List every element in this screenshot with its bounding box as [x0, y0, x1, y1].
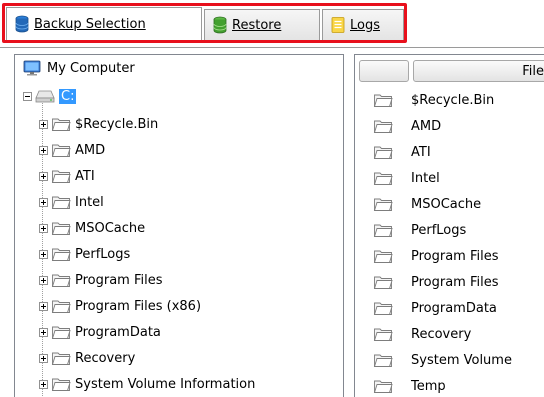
tree-folder-label: Program Files [75, 272, 163, 288]
folder-icon [51, 274, 71, 287]
tree-folder-label: AMD [75, 142, 106, 158]
file-list-item[interactable]: ATI [373, 141, 431, 163]
database-icon [15, 15, 29, 33]
file-list-pane[interactable]: File $Recycle.Bin AMD ATI Intel MSOCache Perf… [354, 54, 544, 397]
file-list-item[interactable]: $Recycle.Bin [373, 89, 494, 111]
tree-folder-item[interactable]: Program Files [39, 269, 163, 291]
expand-toggle-icon[interactable] [39, 119, 48, 129]
tree-folder-label: MSOCache [75, 220, 146, 236]
tree-item-my-computer[interactable]: My Computer [23, 57, 135, 79]
expand-toggle-icon[interactable] [39, 353, 48, 363]
expand-toggle-icon[interactable] [39, 249, 48, 259]
tree-label-drive-c: C: [59, 88, 77, 104]
expand-toggle-icon[interactable] [39, 145, 48, 155]
folder-icon [373, 146, 393, 159]
file-list-item[interactable]: ProgramData [373, 297, 497, 319]
file-name-label: $Recycle.Bin [411, 92, 495, 108]
tree-folder-label: Recovery [75, 350, 136, 366]
folder-icon [373, 328, 393, 341]
file-name-label: Program Files [411, 248, 499, 264]
folder-icon [51, 144, 71, 157]
expand-toggle-icon[interactable] [39, 223, 48, 233]
file-name-label: AMD [411, 118, 442, 134]
tree-folder-label: ProgramData [75, 324, 161, 340]
file-name-label: Temp [411, 378, 446, 394]
expand-toggle-icon[interactable] [39, 301, 48, 311]
file-list-item[interactable]: PerfLogs [373, 219, 466, 241]
tree-label-my-computer: My Computer [47, 60, 135, 76]
folder-tree-pane[interactable]: My Computer C: $Recycle.Bin AMD ATI Intel MS… [14, 54, 344, 397]
folder-icon [51, 378, 71, 391]
tree-folder-item[interactable]: Recovery [39, 347, 135, 369]
folder-icon [373, 224, 393, 237]
computer-icon [23, 60, 41, 76]
file-list-item[interactable]: Program Files [373, 245, 499, 267]
expand-toggle-icon[interactable] [39, 197, 48, 207]
tree-folder-item[interactable]: Program Files (x86) [39, 295, 201, 317]
folder-icon [373, 354, 393, 367]
file-list-item[interactable]: AMD [373, 115, 441, 137]
file-column-header-label: File [522, 64, 544, 79]
folder-icon [373, 380, 393, 393]
tree-folder-label: $Recycle.Bin [75, 116, 159, 132]
tree-folder-label: Intel [75, 194, 104, 210]
file-name-label: MSOCache [411, 196, 482, 212]
folder-icon [51, 196, 71, 209]
tree-folder-item[interactable]: ProgramData [39, 321, 161, 343]
tree-folder-item[interactable]: $Recycle.Bin [39, 113, 158, 135]
tab-baseline [0, 47, 544, 48]
tab-strip: Backup Selection Restore Logs [0, 0, 544, 48]
tree-folder-item[interactable]: ATI [39, 165, 95, 187]
folder-icon [51, 352, 71, 365]
tree-item-drive-c[interactable]: C: [23, 85, 77, 107]
file-list-item[interactable]: Temp [373, 375, 446, 397]
tab-backup-selection-label: Backup Selection [34, 16, 146, 32]
file-list-item[interactable]: MSOCache [373, 193, 481, 215]
file-name-label: Recovery [411, 326, 472, 342]
folder-icon [51, 248, 71, 261]
file-name-label: PerfLogs [411, 222, 467, 238]
file-list-item[interactable]: Recovery [373, 323, 471, 345]
tree-folder-item[interactable]: System Volume Information [39, 373, 255, 395]
tree-folder-label: PerfLogs [75, 246, 131, 262]
folder-icon [373, 250, 393, 263]
pane-splitter[interactable] [344, 54, 354, 397]
file-name-label: Program Files [411, 274, 499, 290]
tree-folder-item[interactable]: Intel [39, 191, 104, 213]
file-name-label: System Volume [411, 352, 512, 368]
folder-icon [373, 276, 393, 289]
expand-toggle-icon[interactable] [39, 171, 48, 181]
file-name-label: ProgramData [411, 300, 497, 316]
tree-folder-item[interactable]: PerfLogs [39, 243, 130, 265]
file-name-label: Intel [411, 170, 440, 186]
file-column-header[interactable]: File [413, 60, 544, 82]
folder-icon [373, 302, 393, 315]
tree-folder-label: Program Files (x86) [75, 298, 202, 314]
folder-icon [51, 222, 71, 235]
collapse-toggle-icon[interactable] [23, 91, 32, 101]
expand-toggle-icon[interactable] [39, 379, 48, 389]
file-list-item[interactable]: Program Files [373, 271, 499, 293]
tree-folder-item[interactable]: AMD [39, 139, 105, 161]
tab-backup-selection[interactable]: Backup Selection [6, 7, 202, 40]
tree-folder-label: ATI [75, 168, 95, 184]
select-column-header[interactable] [359, 60, 409, 82]
tree-folder-item[interactable]: MSOCache [39, 217, 145, 239]
file-list-item[interactable]: System Volume [373, 349, 512, 371]
expand-toggle-icon[interactable] [39, 275, 48, 285]
folder-icon [373, 172, 393, 185]
folder-icon [51, 300, 71, 313]
expand-toggle-icon[interactable] [39, 327, 48, 337]
folder-icon [51, 118, 71, 131]
file-name-label: ATI [411, 144, 431, 160]
file-list-item[interactable]: Intel [373, 167, 440, 189]
folder-icon [373, 120, 393, 133]
folder-icon [373, 94, 393, 107]
tree-folder-label: System Volume Information [75, 376, 256, 392]
hard-drive-icon [35, 90, 55, 103]
folder-icon [51, 170, 71, 183]
folder-icon [51, 326, 71, 339]
folder-icon [373, 198, 393, 211]
